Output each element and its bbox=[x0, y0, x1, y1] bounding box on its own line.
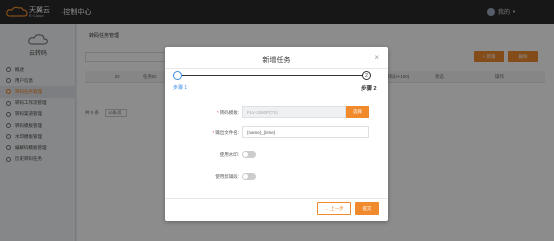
output-filename-label: *输出文件名: bbox=[212, 130, 239, 135]
template-label: *转码模板: bbox=[216, 110, 239, 115]
steps-progress-line bbox=[180, 75, 367, 76]
toggle-knob bbox=[243, 152, 248, 157]
step-1-indicator bbox=[173, 71, 182, 80]
divider bbox=[165, 198, 388, 199]
clip-label: 使用剪辑段: bbox=[215, 174, 239, 179]
new-task-dialog: 新增任务 × 2 步骤 1 步骤 2 *转码模板: FLV-1080P(TS) … bbox=[165, 47, 388, 221]
close-icon[interactable]: × bbox=[374, 53, 379, 62]
label-text: 转码模板: bbox=[219, 110, 239, 115]
divider bbox=[165, 68, 388, 69]
submit-button[interactable]: 提交 bbox=[355, 202, 379, 215]
watermark-toggle[interactable] bbox=[242, 151, 256, 158]
template-field[interactable]: FLV-1080P(TS) bbox=[242, 106, 346, 118]
step-2-label: 步骤 2 bbox=[361, 86, 377, 92]
dialog-title: 新增任务 bbox=[262, 57, 291, 64]
previous-step-button[interactable]: ← 上一步 bbox=[317, 202, 351, 215]
select-template-button[interactable]: 选择 bbox=[346, 106, 369, 118]
toggle-knob bbox=[243, 174, 248, 179]
output-filename-input[interactable]: {name}_{time} bbox=[242, 126, 369, 138]
step-2-indicator: 2 bbox=[362, 71, 371, 80]
label-text: 输出文件名: bbox=[215, 130, 239, 135]
clip-toggle[interactable] bbox=[242, 173, 256, 180]
watermark-label: 使用水印: bbox=[219, 152, 239, 157]
step-1-label: 步骤 1 bbox=[173, 85, 188, 91]
